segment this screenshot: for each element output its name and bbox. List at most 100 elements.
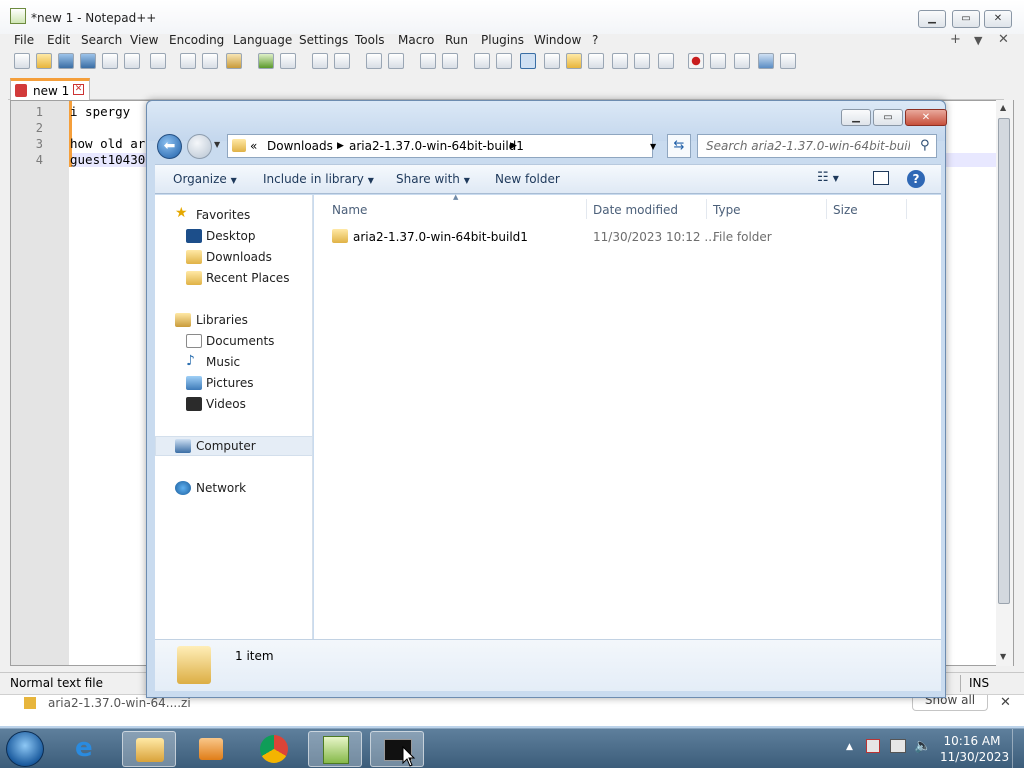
close-doc-icon[interactable]: ✕: [998, 32, 1009, 47]
doc-list-icon[interactable]: [588, 53, 604, 69]
clock[interactable]: 10:16 AM 11/30/2023: [940, 733, 1009, 765]
play-macro-icon[interactable]: [734, 53, 750, 69]
scroll-down-icon[interactable]: ▼: [1000, 652, 1006, 661]
organize-button[interactable]: Organize ▼: [173, 172, 237, 186]
nav-documents[interactable]: Documents: [206, 334, 274, 348]
breadcrumb-separator-icon[interactable]: ▶: [337, 141, 344, 151]
zoom-out-icon[interactable]: [388, 53, 404, 69]
open-file-icon[interactable]: [36, 53, 52, 69]
scroll-up-icon[interactable]: ▲: [1000, 103, 1006, 112]
column-type[interactable]: Type: [713, 203, 741, 217]
print-icon[interactable]: [150, 53, 166, 69]
menu-encoding[interactable]: Encoding: [169, 33, 224, 47]
nav-libraries[interactable]: Libraries: [196, 313, 248, 327]
nav-desktop[interactable]: Desktop: [206, 229, 256, 243]
close-file-icon[interactable]: [102, 53, 118, 69]
start-button[interactable]: [6, 731, 44, 767]
sync-h-icon[interactable]: [442, 53, 458, 69]
column-name[interactable]: Name: [332, 203, 367, 217]
undo-icon[interactable]: [258, 53, 274, 69]
nav-music[interactable]: Music: [206, 355, 240, 369]
ie-taskbar-button[interactable]: e: [64, 731, 118, 767]
volume-muted-icon[interactable]: 🔈: [914, 738, 931, 754]
help-icon[interactable]: ?: [907, 170, 925, 188]
menu-language[interactable]: Language: [233, 33, 292, 47]
column-date-modified[interactable]: Date modified: [593, 203, 678, 217]
folder-workspace-icon[interactable]: [634, 53, 650, 69]
breadcrumb-separator-icon[interactable]: ▶: [510, 141, 517, 151]
minimize-button[interactable]: ▁: [918, 10, 946, 28]
back-icon[interactable]: ⬅: [157, 134, 182, 159]
close-all-icon[interactable]: [124, 53, 140, 69]
udl-icon[interactable]: [544, 53, 560, 69]
maximize-button[interactable]: ▭: [952, 10, 980, 28]
nav-downloads[interactable]: Downloads: [206, 250, 272, 264]
paste-icon[interactable]: [226, 53, 242, 69]
save-macro-icon[interactable]: [780, 53, 796, 69]
chrome-taskbar-button[interactable]: [248, 731, 302, 767]
menu-search[interactable]: Search: [81, 33, 122, 47]
menu-edit[interactable]: Edit: [47, 33, 70, 47]
search-box[interactable]: Search aria2-1.37.0-win-64bit-build1 ⚲: [697, 134, 937, 158]
menu-help[interactable]: ?: [592, 33, 598, 47]
close-tab-icon[interactable]: ✕: [73, 84, 84, 95]
scroll-thumb[interactable]: [998, 118, 1010, 604]
function-list-icon[interactable]: [612, 53, 628, 69]
media-player-taskbar-button[interactable]: [184, 731, 238, 767]
download-item[interactable]: aria2-1.37.0-win-64....zi: [48, 696, 191, 710]
table-row[interactable]: aria2-1.37.0-win-64bit-build1 11/30/2023…: [314, 225, 941, 249]
sync-v-icon[interactable]: [420, 53, 436, 69]
stop-macro-icon[interactable]: [710, 53, 726, 69]
share-with-button[interactable]: Share with ▼: [396, 172, 470, 186]
menu-settings[interactable]: Settings: [299, 33, 348, 47]
run-macro-multiple-icon[interactable]: [758, 53, 774, 69]
nav-favorites[interactable]: Favorites: [196, 208, 250, 222]
column-size[interactable]: Size: [833, 203, 858, 217]
tab-new1[interactable]: new 1 ✕: [10, 78, 90, 100]
explorer-maximize-button[interactable]: ▭: [873, 109, 903, 126]
address-bar[interactable]: « Downloads ▶ aria2-1.37.0-win-64bit-bui…: [227, 134, 656, 158]
breadcrumb-current-folder[interactable]: aria2-1.37.0-win-64bit-build1: [349, 139, 524, 153]
save-all-icon[interactable]: [80, 53, 96, 69]
menu-view[interactable]: View: [130, 33, 158, 47]
doc-map-icon[interactable]: [566, 53, 582, 69]
replace-icon[interactable]: [334, 53, 350, 69]
find-icon[interactable]: [312, 53, 328, 69]
recent-pages-icon[interactable]: ▼: [214, 140, 220, 149]
include-in-library-button[interactable]: Include in library ▼: [263, 172, 374, 186]
monitor-icon[interactable]: [658, 53, 674, 69]
close-download-bar-icon[interactable]: ✕: [1000, 695, 1011, 710]
new-file-icon[interactable]: [14, 53, 30, 69]
save-icon[interactable]: [58, 53, 74, 69]
nav-videos[interactable]: Videos: [206, 397, 246, 411]
preview-pane-icon[interactable]: [873, 171, 889, 185]
view-options-icon[interactable]: ☷ ▼: [817, 170, 839, 185]
network-tray-icon[interactable]: [890, 739, 906, 753]
breadcrumb-downloads[interactable]: Downloads: [267, 139, 333, 153]
new-tab-icon[interactable]: +: [950, 32, 961, 47]
close-button[interactable]: ✕: [984, 10, 1012, 28]
vertical-scrollbar[interactable]: ▲ ▼: [996, 100, 1013, 666]
forward-icon[interactable]: [187, 134, 212, 159]
explorer-taskbar-button[interactable]: [122, 731, 176, 767]
breadcrumb-overflow[interactable]: «: [250, 139, 257, 153]
wrap-icon[interactable]: [474, 53, 490, 69]
menu-tools[interactable]: Tools: [355, 33, 385, 47]
new-folder-button[interactable]: New folder: [495, 172, 560, 186]
nav-pictures[interactable]: Pictures: [206, 376, 254, 390]
show-hidden-icons-icon[interactable]: ▲: [846, 742, 853, 752]
menu-window[interactable]: Window: [534, 33, 581, 47]
redo-icon[interactable]: [280, 53, 296, 69]
notepadpp-taskbar-button[interactable]: [308, 731, 362, 767]
menu-file[interactable]: File: [14, 33, 34, 47]
explorer-close-button[interactable]: ✕: [905, 109, 947, 126]
address-dropdown-icon[interactable]: ▼: [650, 142, 656, 151]
refresh-button[interactable]: ⇆: [667, 134, 691, 158]
all-chars-icon[interactable]: [496, 53, 512, 69]
nav-computer[interactable]: Computer: [196, 439, 256, 453]
menu-macro[interactable]: Macro: [398, 33, 434, 47]
menu-plugins[interactable]: Plugins: [481, 33, 524, 47]
record-macro-icon[interactable]: [688, 53, 704, 69]
tab-list-icon[interactable]: ▼: [974, 34, 982, 47]
nav-network[interactable]: Network: [196, 481, 246, 495]
